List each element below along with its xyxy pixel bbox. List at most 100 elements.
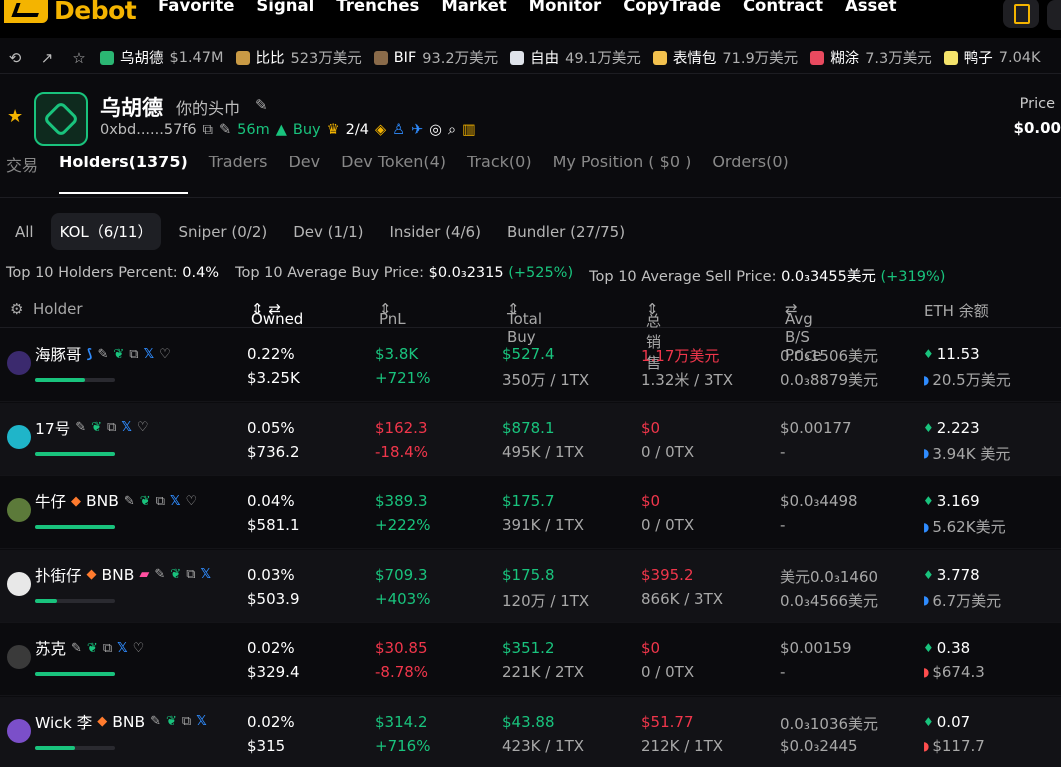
avatar[interactable] bbox=[7, 351, 31, 375]
holder-name[interactable]: 扑街仔 bbox=[35, 564, 82, 586]
tab-2[interactable]: Traders bbox=[209, 156, 268, 176]
settings-icon[interactable]: ⚙ bbox=[10, 300, 23, 318]
edit-icon[interactable]: ✎ bbox=[150, 714, 161, 729]
tab-4[interactable]: Dev Token(4) bbox=[341, 156, 446, 176]
nav-link-market[interactable]: Market bbox=[441, 0, 506, 15]
table-row[interactable]: 牛仔 ◆ BNB ✎ ❦ ⧉ 𝕏 ♡ 0.04% $581.1 $389.3 +222% $175.7 3… bbox=[0, 476, 1061, 549]
holder-name[interactable]: 苏克 bbox=[35, 637, 66, 659]
table-row[interactable]: 17号 ✎ ❦ ⧉ 𝕏 ♡ 0.05% $736.2 $162.3 -18.4% $878.1 495… bbox=[0, 402, 1061, 476]
heart-icon[interactable]: ♡ bbox=[137, 420, 149, 435]
heart-icon[interactable]: ♡ bbox=[133, 641, 145, 656]
copy-icon[interactable]: ⧉ bbox=[186, 567, 195, 582]
heart-icon[interactable]: ♡ bbox=[159, 347, 171, 362]
col-pnl[interactable]: PnL ⇕ bbox=[379, 300, 406, 328]
copy-icon[interactable]: ⧉ bbox=[107, 420, 116, 435]
nav-edge-button[interactable] bbox=[1047, 0, 1061, 30]
ticker-value: 93.2万美元 bbox=[422, 51, 499, 67]
table-row[interactable]: 扑街仔 ◆ BNB ▰ ✎ ❦ ⧉ 𝕏 0.03% $503.9 $709.3 +403% $175.8… bbox=[0, 549, 1061, 623]
edit-icon[interactable]: ✎ bbox=[75, 420, 86, 435]
search-icon[interactable]: ⌕ bbox=[448, 122, 456, 138]
col-avg-price[interactable]: Avg B/S Price ⇄ bbox=[785, 300, 822, 364]
avatar[interactable] bbox=[7, 718, 31, 743]
avg-sell-price: 0.0₃8879美元 bbox=[780, 371, 879, 389]
stat-avg-buy: Top 10 Average Buy Price: $0.0₃2315 (+52… bbox=[235, 265, 574, 281]
filter-3[interactable]: Dev (1/1) bbox=[284, 215, 372, 249]
edit-icon[interactable]: ✎ bbox=[124, 494, 135, 509]
avatar[interactable] bbox=[7, 645, 31, 669]
trending-icon[interactable]: ↗ bbox=[38, 49, 56, 67]
ticker-item[interactable]: BIF 93.2万美元 bbox=[373, 47, 499, 68]
ticker-item[interactable]: 自由 49.1万美元 bbox=[510, 47, 641, 68]
books-icon[interactable]: ▥ bbox=[462, 122, 476, 138]
tab-6[interactable]: My Position ( $0 ) bbox=[553, 156, 692, 176]
filter-1[interactable]: KOL（6/11） bbox=[50, 213, 162, 250]
tab-0[interactable]: 交易 bbox=[6, 156, 38, 176]
holder-name[interactable]: Wick 李 bbox=[35, 711, 92, 733]
telegram-icon[interactable]: ✈ bbox=[411, 122, 423, 138]
nav-link-contract[interactable]: Contract bbox=[743, 0, 823, 15]
copy-icon[interactable]: ⧉ bbox=[203, 122, 213, 138]
heart-icon[interactable]: ♡ bbox=[185, 494, 197, 509]
col-total-buy[interactable]: Total Buy ⇕ bbox=[507, 300, 542, 346]
pen-icon[interactable]: ✎ bbox=[219, 122, 231, 138]
edit-icon[interactable]: ✎ bbox=[154, 567, 165, 582]
buy-label[interactable]: Buy bbox=[293, 122, 321, 138]
avatar[interactable] bbox=[7, 424, 31, 449]
ticker-item[interactable]: 比比 523万美元 bbox=[235, 47, 362, 68]
ticker-item[interactable]: 鸭子 7.04K bbox=[943, 47, 1041, 68]
filter-2[interactable]: Sniper (0/2) bbox=[169, 215, 276, 249]
user-icon[interactable]: ♙ bbox=[392, 122, 405, 138]
tab-7[interactable]: Orders(0) bbox=[712, 156, 788, 176]
filter-4[interactable]: Insider (4/6) bbox=[381, 215, 490, 249]
crown-ratio: 2/4 bbox=[345, 122, 369, 138]
x-icon[interactable]: 𝕏 bbox=[201, 567, 211, 582]
copy-icon[interactable]: ⧉ bbox=[182, 714, 191, 729]
usd-balance-value: 5.62K美元 bbox=[932, 518, 1006, 536]
coin-icon[interactable]: ◈ bbox=[375, 122, 386, 138]
leaf-icon: ❦ bbox=[170, 567, 182, 582]
nav-link-favorite[interactable]: Favorite bbox=[158, 0, 234, 15]
pnl-percent: +716% bbox=[375, 736, 431, 755]
nav-link-monitor[interactable]: Monitor bbox=[529, 0, 602, 15]
tab-5[interactable]: Track(0) bbox=[467, 156, 532, 176]
nav-link-trenches[interactable]: Trenches bbox=[336, 0, 419, 15]
table-row[interactable]: 苏克 ✎ ❦ ⧉ 𝕏 ♡ 0.02% $329.4 $30.85 -8.78% $351.2 221K… bbox=[0, 623, 1061, 696]
clipboard-icon[interactable] bbox=[1003, 0, 1039, 28]
table-row[interactable]: Wick 李 ◆ BNB ✎ ❦ ⧉ 𝕏 0.02% $315 $314.2 +716% $43.88… bbox=[0, 696, 1061, 767]
copy-icon[interactable]: ⧉ bbox=[129, 347, 138, 362]
holder-name[interactable]: 海豚哥 bbox=[35, 343, 82, 365]
x-icon[interactable]: 𝕏 bbox=[170, 494, 180, 509]
holder-name[interactable]: 牛仔 bbox=[35, 490, 66, 512]
edit-icon[interactable]: ✎ bbox=[97, 347, 108, 362]
filter-0[interactable]: All bbox=[6, 215, 43, 249]
col-owned[interactable]: Owned ⇕ ⇄ bbox=[251, 300, 303, 328]
col-total-sell[interactable]: 总销售 ⇕ bbox=[646, 300, 661, 372]
edit-icon[interactable]: ✎ bbox=[255, 96, 268, 114]
holder-name[interactable]: 17号 bbox=[35, 417, 70, 439]
nav-link-asset[interactable]: Asset bbox=[845, 0, 897, 15]
favorite-star-icon[interactable]: ★ bbox=[7, 106, 23, 127]
history-icon[interactable]: ⟲ bbox=[6, 49, 24, 67]
ticker-item[interactable]: 糊涂 7.3万美元 bbox=[810, 47, 932, 68]
x-icon[interactable]: 𝕏 bbox=[121, 420, 131, 435]
globe-icon[interactable]: ◎ bbox=[429, 122, 442, 138]
star-outline-icon[interactable]: ☆ bbox=[70, 49, 88, 67]
ticker-item[interactable]: 表情包 71.9万美元 bbox=[652, 47, 798, 68]
tab-3[interactable]: Dev bbox=[288, 156, 320, 176]
avg-buy-price: $0.0₃4498 bbox=[780, 492, 858, 510]
ticker-item[interactable]: 乌胡德 $1.47M bbox=[100, 47, 224, 68]
x-icon[interactable]: 𝕏 bbox=[144, 347, 154, 362]
copy-icon[interactable]: ⧉ bbox=[103, 641, 112, 656]
edit-icon[interactable]: ✎ bbox=[71, 641, 82, 656]
copy-icon[interactable]: ⧉ bbox=[156, 494, 165, 509]
avatar[interactable] bbox=[7, 571, 31, 596]
filter-5[interactable]: Bundler (27/75) bbox=[498, 215, 634, 249]
x-icon[interactable]: 𝕏 bbox=[117, 641, 127, 656]
avatar[interactable] bbox=[7, 498, 31, 522]
table-row[interactable]: 海豚哥 ⟆ ✎ ❦ ⧉ 𝕏 ♡ 0.22% $3.25K $3.8K +721% $527.4 350万… bbox=[0, 329, 1061, 402]
nav-link-signal[interactable]: Signal bbox=[256, 0, 314, 15]
nav-link-copytrade[interactable]: CopyTrade bbox=[623, 0, 721, 15]
debot-logo[interactable]: Debot bbox=[4, 0, 137, 25]
x-icon[interactable]: 𝕏 bbox=[196, 714, 206, 729]
tab-1[interactable]: Holders(1375) bbox=[59, 156, 188, 194]
